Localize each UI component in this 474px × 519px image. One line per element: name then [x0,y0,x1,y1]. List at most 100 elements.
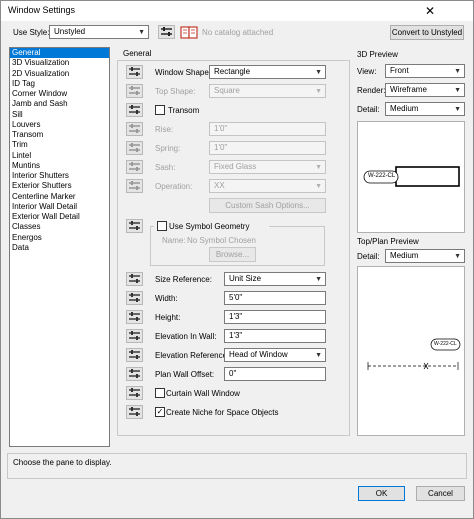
chevron-down-icon: ▼ [315,276,322,283]
top-shape-by-style-icon [126,84,143,98]
top-shape-value: Square [214,86,240,95]
preview-2d-canvas[interactable]: W-222-CL [357,266,465,436]
width-by-style-icon[interactable] [126,291,143,305]
pane-list-item[interactable]: Transom [10,130,109,140]
chevron-down-icon: ▼ [454,68,461,75]
pane-list-item[interactable]: Trim [10,140,109,150]
dialog-title: Window Settings [8,5,76,15]
preview-3d-title: 3D Preview [357,50,398,59]
plan-wall-offset-by-style-icon[interactable] [126,367,143,381]
detail-3d-select[interactable]: Medium ▼ [385,102,465,116]
create-niche-label: Create Niche for Space Objects [166,408,279,417]
preview-2d-title: Top/Plan Preview [357,237,419,246]
size-reference-value: Unit Size [229,274,262,283]
view-select[interactable]: Front ▼ [385,64,465,78]
elevation-reference-value: Head of Window [229,350,288,359]
detail-2d-label: Detail: [357,252,380,261]
elevation-reference-select[interactable]: Head of Window ▼ [224,348,326,362]
pane-list-item[interactable]: 2D Visualization [10,69,109,79]
close-icon[interactable]: ✕ [418,1,442,21]
curtain-wall-by-style-icon[interactable] [126,386,143,400]
operation-by-style-icon [126,179,143,193]
top-shape-select: Square ▼ [209,84,326,98]
style-options-icon[interactable] [158,25,175,39]
pane-list-item[interactable]: Centerline Marker [10,192,109,202]
window-plan-symbol [367,338,461,370]
chevron-down-icon: ▼ [315,69,322,76]
top-shape-label: Top Shape: [155,87,196,96]
pane-list-item[interactable]: Jamb and Sash [10,99,109,109]
render-select[interactable]: Wireframe ▼ [385,83,465,97]
convert-to-unstyled-button[interactable]: Convert to Unstyled [390,25,464,40]
width-field[interactable]: 5'0" [224,291,326,305]
pane-list-item[interactable]: Lintel [10,151,109,161]
transom-checkbox[interactable] [155,105,165,115]
use-style-label: Use Style: [13,28,50,37]
pane-list-item[interactable]: Exterior Wall Detail [10,212,109,222]
create-niche-checkbox[interactable]: ✓ [155,407,165,417]
custom-sash-options-button: Custom Sash Options... [209,198,326,213]
symbol-by-style-icon[interactable] [126,219,143,233]
height-by-style-icon[interactable] [126,310,143,324]
pane-list-item[interactable]: General [10,48,109,59]
general-group-title: General [121,49,154,58]
pane-list-item[interactable]: Data [10,243,109,253]
rise-label: Rise: [155,125,174,134]
plan-wall-offset-label: Plan Wall Offset: [155,370,215,379]
size-reference-select[interactable]: Unit Size ▼ [224,272,326,286]
elevation-in-wall-by-style-icon[interactable] [126,329,143,343]
elevation-reference-by-style-icon[interactable] [126,348,143,362]
pane-list-item[interactable]: Louvers [10,120,109,130]
detail-2d-select[interactable]: Medium ▼ [385,249,465,263]
pane-list-item[interactable]: Sill [10,110,109,120]
sash-value: Fixed Glass [214,162,257,171]
elevation-in-wall-field[interactable]: 1'3" [224,329,326,343]
plan-wall-offset-field[interactable]: 0" [224,367,326,381]
pane-list-item[interactable]: Interior Wall Detail [10,202,109,212]
operation-select: XX ▼ [209,179,326,193]
chevron-down-icon: ▼ [454,253,461,260]
cancel-button[interactable]: Cancel [416,486,465,501]
window-shape-by-style-icon[interactable] [126,65,143,79]
pane-list-item[interactable]: Corner Window [10,89,109,99]
detail-3d-label: Detail: [357,105,380,114]
transom-by-style-icon[interactable] [126,103,143,117]
spring-by-style-icon [126,141,143,155]
create-niche-by-style-icon[interactable] [126,405,143,419]
pane-list-item[interactable]: Interior Shutters [10,171,109,181]
ok-button[interactable]: OK [358,486,405,501]
spring-label: Spring: [155,144,181,153]
rise-field: 1'0" [209,122,326,136]
pane-list-item[interactable]: Energos [10,233,109,243]
view-value: Front [390,66,409,75]
detail-2d-value: Medium [390,251,419,260]
catalog-book-icon[interactable] [180,25,199,40]
pane-list-item[interactable]: Exterior Shutters [10,181,109,191]
elevation-reference-label: Elevation Reference: [155,351,230,360]
height-field[interactable]: 1'3" [224,310,326,324]
size-reference-by-style-icon[interactable] [126,272,143,286]
status-text: Choose the pane to display. [13,458,112,467]
detail-3d-value: Medium [390,104,419,113]
window-shape-value: Rectangle [214,67,251,76]
preview-3d-canvas[interactable]: W-222-CL [357,121,465,233]
pane-list-item[interactable]: Muntins [10,161,109,171]
window-shape-select[interactable]: Rectangle ▼ [209,65,326,79]
chevron-down-icon: ▼ [315,352,322,359]
view-label: View: [357,67,377,76]
sash-select: Fixed Glass ▼ [209,160,326,174]
spring-field: 1'0" [209,141,326,155]
size-reference-label: Size Reference: [155,275,212,284]
use-symbol-geometry-checkbox[interactable] [157,221,167,231]
operation-value: XX [214,181,225,190]
symbol-name-value: No Symbol Chosen [187,236,256,245]
pane-list-item[interactable]: Classes [10,222,109,232]
pane-list-item[interactable]: ID Tag [10,79,109,89]
use-style-select[interactable]: Unstyled ▼ [49,25,149,39]
chevron-down-icon: ▼ [315,88,322,95]
pane-list-item[interactable]: 3D Visualization [10,58,109,68]
pane-list[interactable]: General 3D Visualization 2D Visualization I… [9,47,110,447]
window-shape-label: Window Shape: [155,68,212,77]
window-tag-plan: W-222-CL [434,341,457,347]
curtain-wall-checkbox[interactable] [155,388,165,398]
